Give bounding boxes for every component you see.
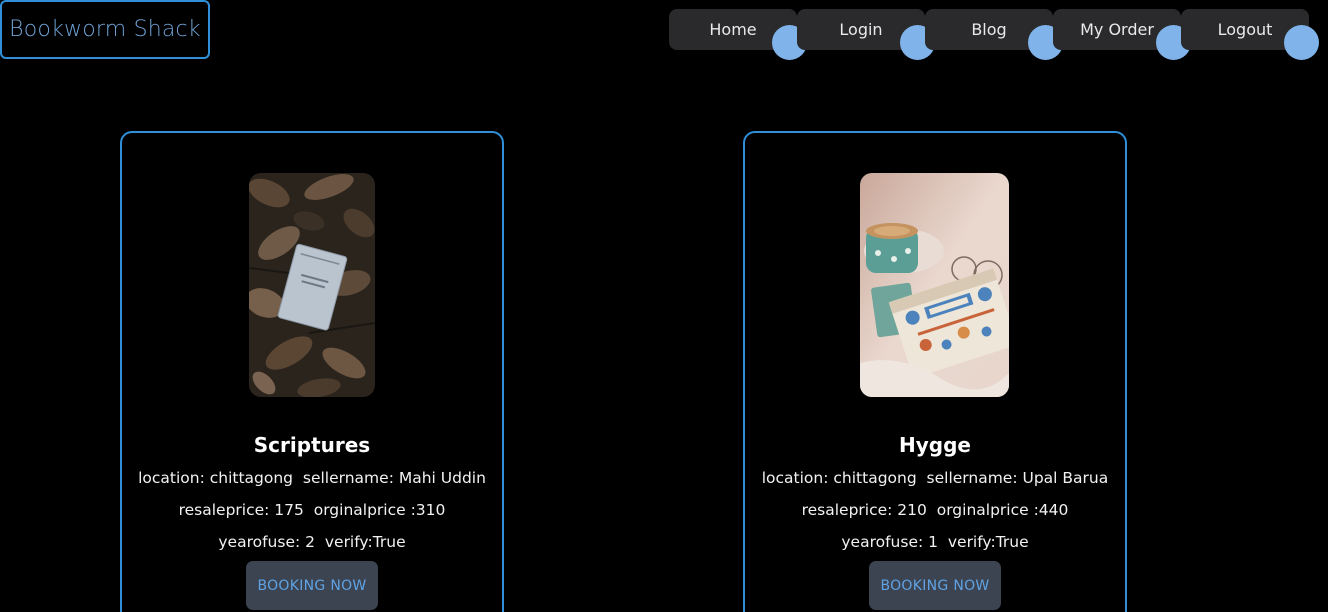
- book-location-seller: location: chittagong sellername: Upal Ba…: [761, 469, 1109, 487]
- book-image-scriptures: [249, 173, 375, 397]
- book-title: Hygge: [899, 433, 971, 457]
- book-prices: resaleprice: 210 orginalprice :440: [801, 501, 1069, 519]
- nav-item-home[interactable]: Home: [669, 9, 807, 60]
- leaves-book-photo: [249, 173, 375, 397]
- nav-item-login[interactable]: Login: [797, 9, 935, 60]
- book-prices: resaleprice: 175 orginalprice :310: [178, 501, 446, 519]
- book-title: Scriptures: [253, 433, 371, 457]
- book-card: Hygge location: chittagong sellername: U…: [743, 131, 1127, 612]
- nav-dot-decoration: [1284, 25, 1319, 60]
- book-use-verify: yearofuse: 2 verify:True: [218, 533, 406, 551]
- book-use-verify: yearofuse: 1 verify:True: [841, 533, 1029, 551]
- booking-now-button[interactable]: BOOKING NOW: [869, 561, 1001, 610]
- page: Bookworm Shack Home Login Blog My Order …: [0, 0, 1328, 612]
- hygge-book-photo: [860, 173, 1009, 397]
- nav-item-my-order[interactable]: My Order: [1053, 9, 1191, 60]
- booking-now-button[interactable]: BOOKING NOW: [246, 561, 378, 610]
- nav-item-logout[interactable]: Logout: [1181, 9, 1319, 60]
- book-image-hygge: [860, 173, 1009, 397]
- nav-item-blog[interactable]: Blog: [925, 9, 1063, 60]
- book-location-seller: location: chittagong sellername: Mahi Ud…: [138, 469, 486, 487]
- book-card: Scriptures location: chittagong sellerna…: [120, 131, 504, 612]
- site-logo[interactable]: Bookworm Shack: [0, 0, 210, 59]
